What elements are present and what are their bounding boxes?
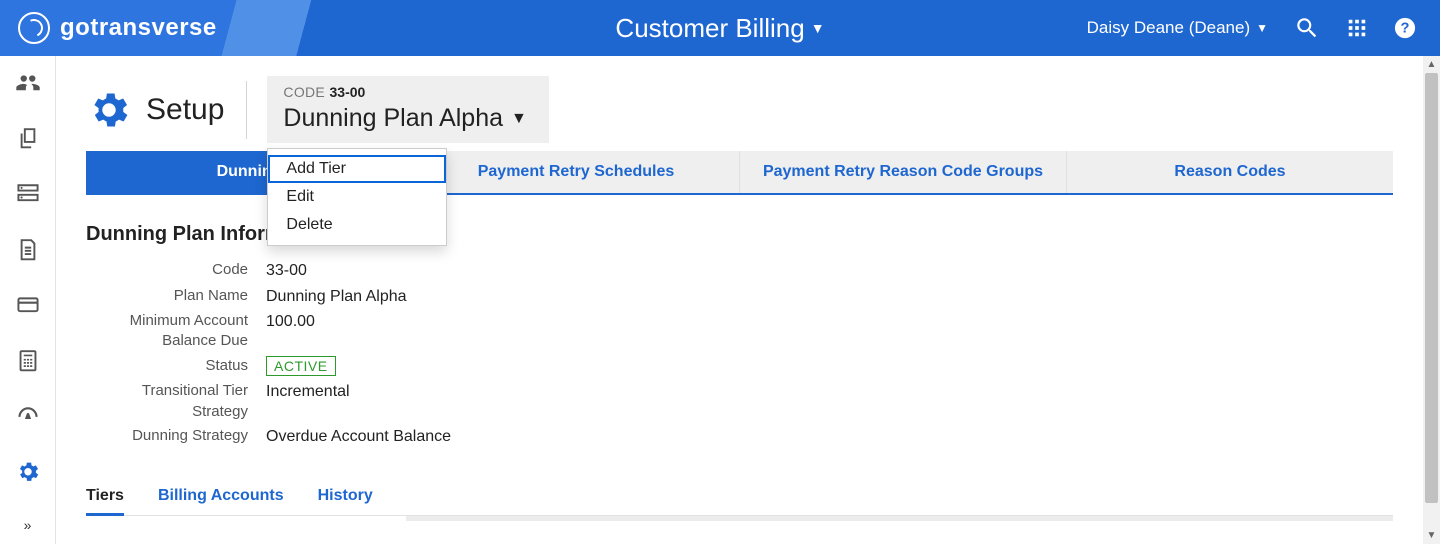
user-label: Daisy Deane (Deane) bbox=[1087, 18, 1250, 38]
card-icon[interactable] bbox=[15, 292, 41, 318]
search-icon[interactable] bbox=[1294, 15, 1320, 41]
customers-icon[interactable] bbox=[15, 70, 41, 96]
caret-down-icon: ▼ bbox=[1256, 21, 1268, 35]
subtabs: Tiers Billing Accounts History bbox=[86, 487, 1393, 516]
info-label: Minimum Account Balance Due bbox=[86, 311, 266, 352]
document-icon[interactable] bbox=[15, 237, 41, 263]
header-divider bbox=[246, 81, 247, 139]
dashboard-icon[interactable] bbox=[15, 403, 41, 429]
info-row-trans-strategy: Transitional Tier Strategy Incremental bbox=[86, 381, 1393, 422]
topbar-right: Daisy Deane (Deane) ▼ ? bbox=[1087, 15, 1440, 41]
plan-name-dropdown[interactable]: Dunning Plan Alpha ▼ bbox=[283, 104, 526, 133]
info-row-min-balance: Minimum Account Balance Due 100.00 bbox=[86, 311, 1393, 352]
info-label: Dunning Strategy bbox=[86, 426, 266, 446]
brand-text: gotransverse bbox=[60, 14, 217, 42]
calculator-icon[interactable] bbox=[15, 348, 41, 374]
left-rail: » bbox=[0, 56, 56, 544]
subtab-tiers[interactable]: Tiers bbox=[86, 487, 124, 516]
brand-logo-icon bbox=[18, 12, 50, 44]
info-row-code: Code 33-00 bbox=[86, 260, 1393, 282]
setup-gear-icon[interactable] bbox=[15, 459, 41, 485]
rail-expand-button[interactable]: » bbox=[0, 514, 56, 536]
info-label: Code bbox=[86, 260, 266, 280]
info-row-status: Status ACTIVE bbox=[86, 356, 1393, 378]
info-label: Status bbox=[86, 356, 266, 376]
info-row-dunning-strategy: Dunning Strategy Overdue Account Balance bbox=[86, 426, 1393, 448]
info-value: Overdue Account Balance bbox=[266, 426, 451, 448]
module-switcher[interactable]: Customer Billing ▼ bbox=[615, 13, 824, 44]
menu-item-edit[interactable]: Edit bbox=[268, 183, 446, 211]
copy-icon[interactable] bbox=[15, 126, 41, 152]
info-value: 100.00 bbox=[266, 311, 315, 333]
caret-down-icon: ▼ bbox=[811, 20, 825, 36]
brand-link[interactable]: gotransverse bbox=[18, 12, 217, 44]
plan-info-grid: Code 33-00 Plan Name Dunning Plan Alpha … bbox=[86, 260, 1393, 447]
servers-icon[interactable] bbox=[15, 181, 41, 207]
main-content: Setup CODE 33-00 Dunning Plan Alpha ▼ Ad… bbox=[56, 56, 1423, 544]
plan-code-label: CODE bbox=[283, 84, 325, 100]
page-title: Setup bbox=[146, 93, 224, 127]
subtab-history[interactable]: History bbox=[318, 487, 373, 516]
vertical-scrollbar[interactable]: ▲ ▼ bbox=[1423, 56, 1440, 544]
info-value: ACTIVE bbox=[266, 356, 336, 378]
tab-payment-retry-schedules[interactable]: Payment Retry Schedules bbox=[412, 151, 739, 193]
info-row-plan-name: Plan Name Dunning Plan Alpha bbox=[86, 286, 1393, 308]
plan-name: Dunning Plan Alpha bbox=[283, 104, 503, 133]
info-label: Transitional Tier Strategy bbox=[86, 381, 266, 422]
caret-down-icon: ▼ bbox=[511, 110, 527, 128]
svg-text:?: ? bbox=[1401, 21, 1410, 37]
tab-payment-retry-groups[interactable]: Payment Retry Reason Code Groups bbox=[739, 151, 1066, 193]
setup-gear-large-icon bbox=[86, 87, 132, 133]
topbar: gotransverse Customer Billing ▼ Daisy De… bbox=[0, 0, 1440, 56]
scroll-thumb[interactable] bbox=[1425, 73, 1438, 503]
apps-grid-icon[interactable] bbox=[1346, 17, 1368, 39]
info-value: 33-00 bbox=[266, 260, 307, 282]
menu-item-delete[interactable]: Delete bbox=[268, 211, 446, 239]
brand-area: gotransverse bbox=[0, 0, 340, 56]
info-value: Incremental bbox=[266, 381, 350, 403]
subtab-billing-accounts[interactable]: Billing Accounts bbox=[158, 487, 284, 516]
help-icon[interactable]: ? bbox=[1394, 17, 1416, 39]
scroll-down-arrow[interactable]: ▼ bbox=[1423, 527, 1440, 544]
status-badge: ACTIVE bbox=[266, 356, 336, 376]
tab-reason-codes[interactable]: Reason Codes bbox=[1066, 151, 1393, 193]
plan-code-value: 33-00 bbox=[330, 84, 366, 100]
info-value: Dunning Plan Alpha bbox=[266, 286, 407, 308]
scroll-up-arrow[interactable]: ▲ bbox=[1423, 56, 1440, 73]
module-label: Customer Billing bbox=[615, 13, 804, 44]
info-label: Plan Name bbox=[86, 286, 266, 306]
plan-actions-menu: Add Tier Edit Delete bbox=[267, 148, 447, 246]
menu-item-add-tier[interactable]: Add Tier bbox=[268, 155, 446, 183]
plan-selector[interactable]: CODE 33-00 Dunning Plan Alpha ▼ bbox=[267, 76, 548, 143]
page-header: Setup CODE 33-00 Dunning Plan Alpha ▼ Ad… bbox=[86, 76, 1393, 143]
user-menu[interactable]: Daisy Deane (Deane) ▼ bbox=[1087, 18, 1268, 38]
